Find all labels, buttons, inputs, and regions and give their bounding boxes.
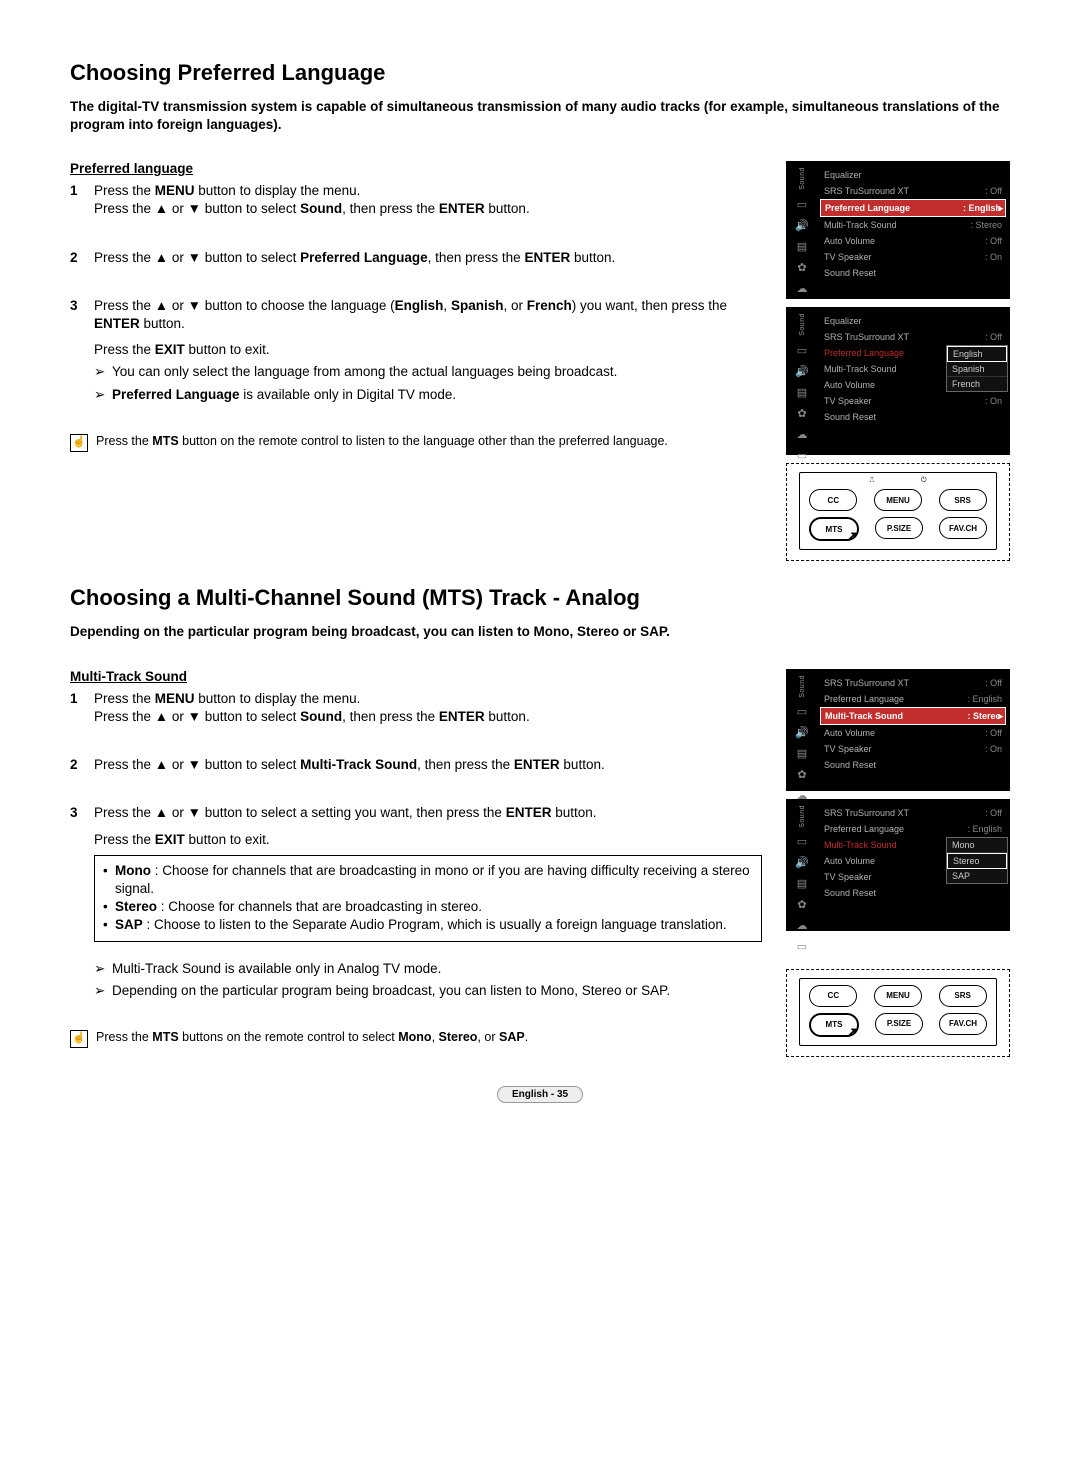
menu-item[interactable]: Equalizer [820,167,1006,183]
mts-tip-2: ☝ Press the MTS buttons on the remote co… [70,1030,762,1048]
note-analog-only: Multi-Track Sound is available only in A… [94,960,762,978]
note-digital-only: Preferred Language is available only in … [94,386,762,404]
note-broadcast-only: You can only select the language from am… [94,363,762,381]
remote-cc-button[interactable]: CC [809,489,857,511]
remote-diagram: CC MENU SRS MTS P.SIZE FAV.CH ↗ [786,969,1010,1057]
page-footer: English - 35 [70,1085,1010,1103]
multitrack-heading: Multi-Track Sound [70,669,762,684]
menu-item[interactable]: Sound Reset [820,757,1006,773]
dropdown-option[interactable]: Spanish [947,362,1007,377]
tv-icon: ▭ [794,198,810,211]
osd-sound-menu-3: Sound ▭ 🔊 ▤ ✿ ☁ ▭ SRS TruSurround XT: Of… [786,669,1010,791]
remote-srs-button[interactable]: SRS [939,489,987,511]
menu-item[interactable]: Sound Reset [820,885,1006,901]
remote-menu-button[interactable]: MENU [874,985,922,1007]
menu-item-selected[interactable]: Preferred Language: English▸ [820,199,1006,217]
menu-item[interactable]: Preferred Language: English [820,821,1006,837]
step-1: 1 Press the MENU button to display the m… [70,182,762,218]
section2-title: Choosing a Multi-Channel Sound (MTS) Tra… [70,585,1010,611]
osd-sound-menu-1: Sound ▭ 🔊 ▤ ✿ ☁ ▭ Equalizer SRS TruSurro… [786,161,1010,299]
menu-item[interactable]: TV Speaker: On [820,741,1006,757]
paper-icon: ▤ [794,240,810,253]
remote-psize-button[interactable]: P.SIZE [875,1013,923,1035]
speaker-icon: 🔊 [794,726,810,739]
input-icon: ▭ [794,449,810,462]
remote-favch-button[interactable]: FAV.CH [939,517,987,539]
menu-item[interactable]: Sound Reset [820,265,1006,281]
osd-sound-menu-4: Sound ▭ 🔊 ▤ ✿ ☁ ▭ SRS TruSurround XT: Of… [786,799,1010,931]
tv-icon: ▭ [794,835,810,848]
gear-icon: ✿ [794,768,810,781]
menu-item[interactable]: Preferred Language: English [820,691,1006,707]
paper-icon: ▤ [794,747,810,760]
stereo-desc: Stereo : Choose for channels that are br… [103,898,753,916]
preferred-language-heading: Preferred language [70,161,762,176]
dropdown-option[interactable]: Stereo [947,853,1007,869]
paper-icon: ▤ [794,877,810,890]
cloud-icon: ☁ [794,282,810,295]
speaker-icon: 🔊 [794,219,810,232]
speaker-icon: 🔊 [794,365,810,378]
cloud-icon: ☁ [794,919,810,932]
language-dropdown[interactable]: English Spanish French [946,345,1008,392]
mono-desc: Mono : Choose for channels that are broa… [103,862,753,898]
remote-srs-button[interactable]: SRS [939,985,987,1007]
mts-tip: ☝ Press the MTS button on the remote con… [70,434,762,452]
menu-item[interactable]: Equalizer [820,313,1006,329]
sap-desc: SAP : Choose to listen to the Separate A… [103,916,753,934]
remote-cc-button[interactable]: CC [809,985,857,1007]
menu-item[interactable]: Auto Volume: Off [820,725,1006,741]
remote-diagram: ⎍ ⏻ CC MENU SRS MTS P.SIZE FAV.CH ↗ [786,463,1010,561]
step-2: 2 Press the ▲ or ▼ button to select Mult… [70,756,762,774]
dropdown-option[interactable]: French [947,377,1007,391]
section1-intro: The digital-TV transmission system is ca… [70,98,1010,133]
note-depends-broadcast: Depending on the particular program bein… [94,982,762,1000]
page-number: English - 35 [497,1086,583,1103]
speaker-icon: 🔊 [794,856,810,869]
gear-icon: ✿ [794,898,810,911]
input-icon: ▭ [794,940,810,953]
menu-item[interactable]: TV Speaker: On [820,393,1006,409]
osd-sound-menu-2: Sound ▭ 🔊 ▤ ✿ ☁ ▭ Equalizer SRS TruSurro… [786,307,1010,455]
menu-item-selected[interactable]: Multi-Track Sound: Stereo▸ [820,707,1006,725]
gear-icon: ✿ [794,261,810,274]
section2-intro: Depending on the particular program bein… [70,623,1010,641]
dropdown-option[interactable]: Mono [947,838,1007,853]
step-3: 3 Press the ▲ or ▼ button to select a se… [70,804,762,1000]
section1-title: Choosing Preferred Language [70,60,1010,86]
menu-item[interactable]: Multi-Track Sound: Stereo [820,217,1006,233]
menu-item[interactable]: SRS TruSurround XT: Off [820,675,1006,691]
menu-item[interactable]: Auto Volume: Off [820,233,1006,249]
hand-icon: ☝ [70,1030,88,1048]
step-3: 3 Press the ▲ or ▼ button to choose the … [70,297,762,404]
menu-item[interactable]: TV Speaker: On [820,249,1006,265]
tv-icon: ▭ [794,344,810,357]
menu-item[interactable]: SRS TruSurround XT: Off [820,805,1006,821]
hand-icon: ☝ [70,434,88,452]
menu-item[interactable]: SRS TruSurround XT: Off [820,329,1006,345]
dropdown-option[interactable]: English [947,346,1007,362]
cloud-icon: ☁ [794,428,810,441]
dropdown-option[interactable]: SAP [947,869,1007,883]
mts-dropdown[interactable]: Mono Stereo SAP [946,837,1008,884]
paper-icon: ▤ [794,386,810,399]
menu-item[interactable]: SRS TruSurround XT: Off [820,183,1006,199]
remote-psize-button[interactable]: P.SIZE [875,517,923,539]
remote-favch-button[interactable]: FAV.CH [939,1013,987,1035]
step-2: 2 Press the ▲ or ▼ button to select Pref… [70,249,762,267]
remote-menu-button[interactable]: MENU [874,489,922,511]
tv-icon: ▭ [794,705,810,718]
gear-icon: ✿ [794,407,810,420]
menu-item[interactable]: Sound Reset [820,409,1006,425]
step-1: 1 Press the MENU button to display the m… [70,690,762,726]
